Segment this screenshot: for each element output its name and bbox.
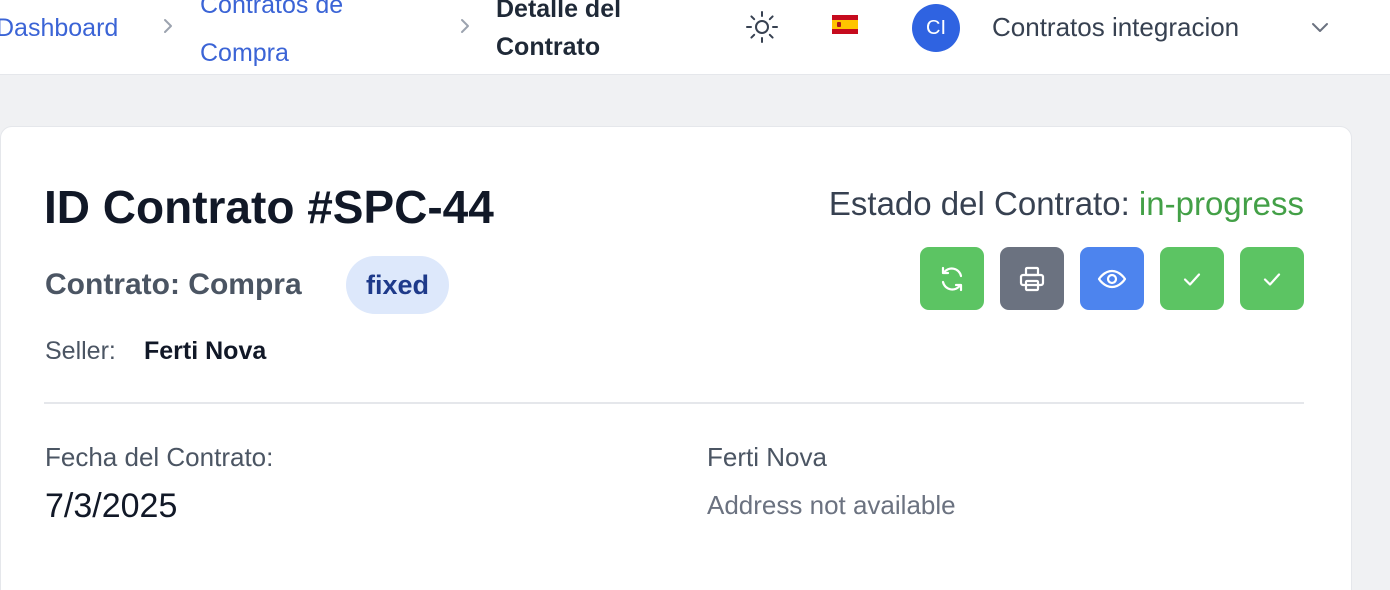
breadcrumb-contracts-link-line2[interactable]: Compra xyxy=(200,34,289,73)
print-button[interactable] xyxy=(1000,247,1064,310)
spain-flag-icon[interactable] xyxy=(832,15,858,37)
refresh-icon xyxy=(941,266,963,291)
party-address: Address not available xyxy=(707,490,956,520)
seller-label: Seller: xyxy=(45,337,116,365)
check-icon xyxy=(1263,272,1281,286)
confirm-button[interactable] xyxy=(1240,247,1304,310)
section-divider xyxy=(44,402,1304,404)
avatar[interactable]: CI xyxy=(912,4,960,52)
pricing-badge: fixed xyxy=(346,256,449,314)
contract-title: ID Contrato #SPC-44 xyxy=(44,181,494,233)
chevron-down-icon[interactable] xyxy=(1308,15,1332,39)
chevron-right-icon xyxy=(461,19,469,33)
contract-status: Estado del Contrato: in-progress xyxy=(829,183,1304,225)
contract-date-label: Fecha del Contrato: xyxy=(45,442,274,472)
printer-icon xyxy=(1019,266,1045,291)
chevron-right-icon xyxy=(164,19,172,33)
view-button[interactable] xyxy=(1080,247,1144,310)
seller-name: Ferti Nova xyxy=(144,337,267,365)
status-value: in-progress xyxy=(1138,185,1304,222)
check-icon xyxy=(1183,272,1201,286)
contract-date-value: 7/3/2025 xyxy=(45,487,178,525)
user-name[interactable]: Contratos integracion xyxy=(992,9,1239,45)
approve-button[interactable] xyxy=(1160,247,1224,310)
refresh-button[interactable] xyxy=(920,247,984,310)
breadcrumb-current-line1: Detalle del xyxy=(496,0,622,23)
breadcrumb-contracts-link-line1[interactable]: Contratos de xyxy=(200,0,343,25)
contract-type: Contrato: Compra xyxy=(45,268,302,301)
sun-icon[interactable] xyxy=(744,9,780,45)
party-name: Ferti Nova xyxy=(707,442,827,472)
eye-icon xyxy=(1097,269,1127,288)
status-label: Estado del Contrato: xyxy=(828,185,1139,222)
breadcrumb-dashboard-link[interactable]: Dashboard xyxy=(0,9,118,48)
top-bar: Dashboard Contratos de Compra Detalle de… xyxy=(0,0,1390,75)
breadcrumb-current-line2: Contrato xyxy=(496,33,601,61)
